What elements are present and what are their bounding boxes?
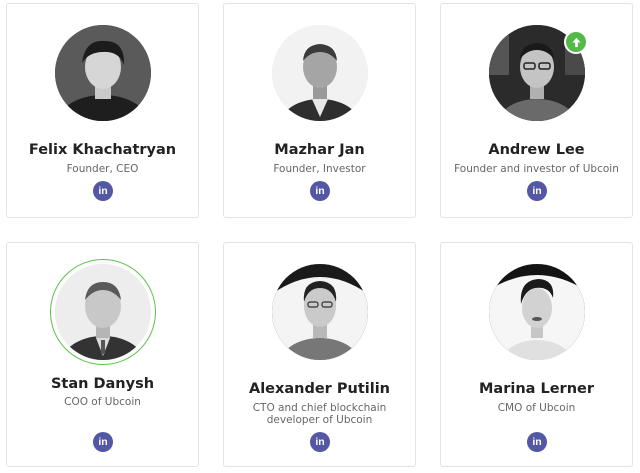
linkedin-icon[interactable]: in	[527, 432, 547, 452]
team-member-card: Marina Lerner CMO of Ubcoin in	[440, 242, 633, 467]
member-name: Alexander Putilin	[248, 381, 390, 397]
member-role: CMO of Ubcoin	[497, 402, 576, 414]
member-photo	[55, 25, 151, 121]
linkedin-icon[interactable]: in	[527, 181, 547, 201]
member-name: Andrew Lee	[488, 142, 585, 158]
arrow-up-icon[interactable]	[564, 30, 588, 54]
member-name: Marina Lerner	[478, 381, 595, 397]
linkedin-icon[interactable]: in	[93, 181, 113, 201]
member-role: CTO and chief blockchain developer of Ub…	[252, 402, 387, 426]
member-name: Mazhar Jan	[274, 142, 365, 158]
team-member-card: Alexander Putilin CTO and chief blockcha…	[223, 242, 416, 467]
member-photo	[272, 25, 368, 121]
team-member-card: Andrew Lee Founder and investor of Ubcoi…	[440, 3, 633, 218]
member-role: Founder and investor of Ubcoin	[454, 163, 619, 175]
portrait-image	[272, 264, 368, 360]
member-name: Stan Danysh	[50, 376, 155, 392]
member-photo	[272, 264, 368, 360]
member-role: COO of Ubcoin	[64, 396, 141, 408]
portrait-image	[489, 264, 585, 360]
linkedin-icon[interactable]: in	[93, 432, 113, 452]
team-member-card: Felix Khachatryan Founder, CEO in	[6, 3, 199, 218]
linkedin-icon[interactable]: in	[310, 181, 330, 201]
portrait-image	[55, 25, 151, 121]
member-name: Felix Khachatryan	[28, 142, 177, 158]
member-photo	[489, 264, 585, 360]
team-member-card: Mazhar Jan Founder, Investor in	[223, 3, 416, 218]
linkedin-icon[interactable]: in	[310, 432, 330, 452]
team-member-card: Stan Danysh COO of Ubcoin in	[6, 242, 199, 467]
member-role: Founder, CEO	[66, 163, 139, 175]
member-photo	[55, 264, 151, 360]
member-role: Founder, Investor	[273, 163, 366, 175]
portrait-image	[55, 264, 151, 360]
portrait-image	[272, 25, 368, 121]
